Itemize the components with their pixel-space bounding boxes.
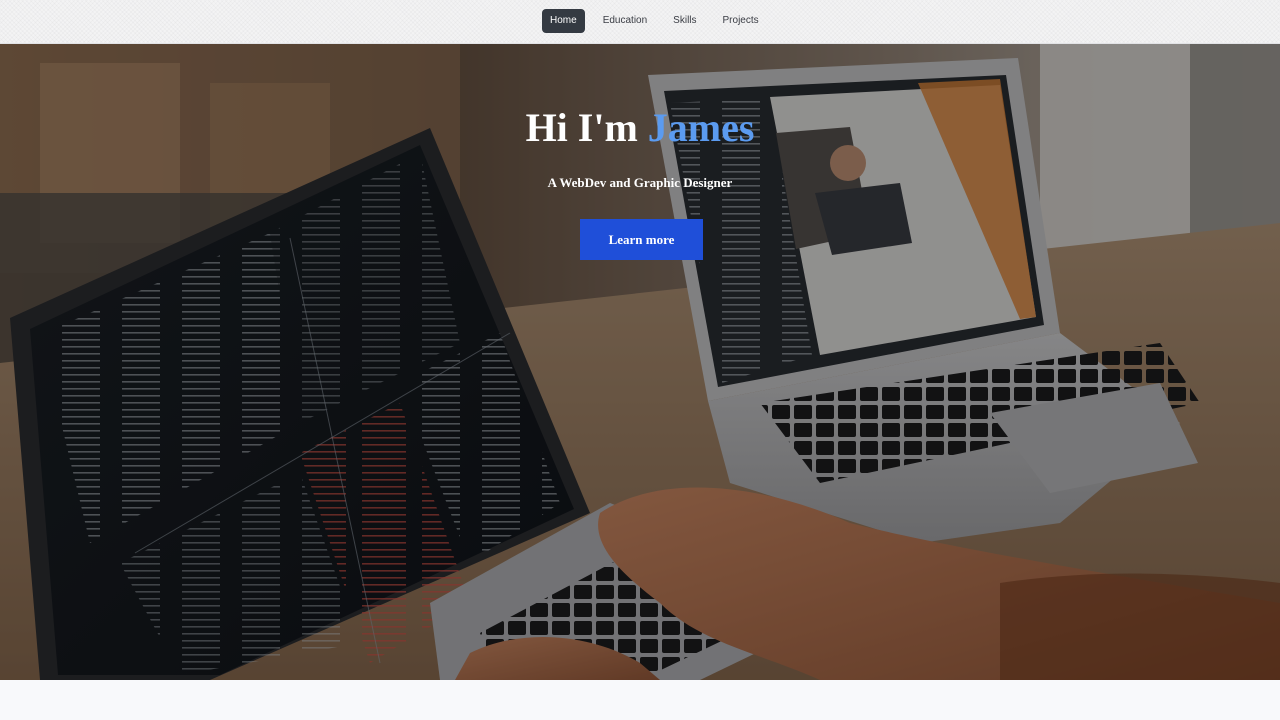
- nav-education-link[interactable]: Education: [595, 9, 655, 33]
- learn-more-button[interactable]: Learn more: [580, 219, 703, 260]
- nav-links: Home Education Skills Projects: [542, 9, 777, 33]
- hero-title: Hi I'm James: [0, 104, 1280, 152]
- nav-home-link[interactable]: Home: [542, 9, 585, 33]
- nav-skills-link[interactable]: Skills: [665, 9, 704, 33]
- hero-subtitle: A WebDev and Graphic Designer: [547, 175, 733, 190]
- hero-section: Hi I'm James A WebDev and Graphic Design…: [0, 43, 1280, 680]
- next-section: [0, 680, 1280, 720]
- hero-title-prefix: Hi I'm: [525, 105, 648, 150]
- hero-name: James: [647, 105, 755, 150]
- navbar: Home Education Skills Projects: [0, 0, 1280, 44]
- nav-projects-link[interactable]: Projects: [715, 9, 767, 33]
